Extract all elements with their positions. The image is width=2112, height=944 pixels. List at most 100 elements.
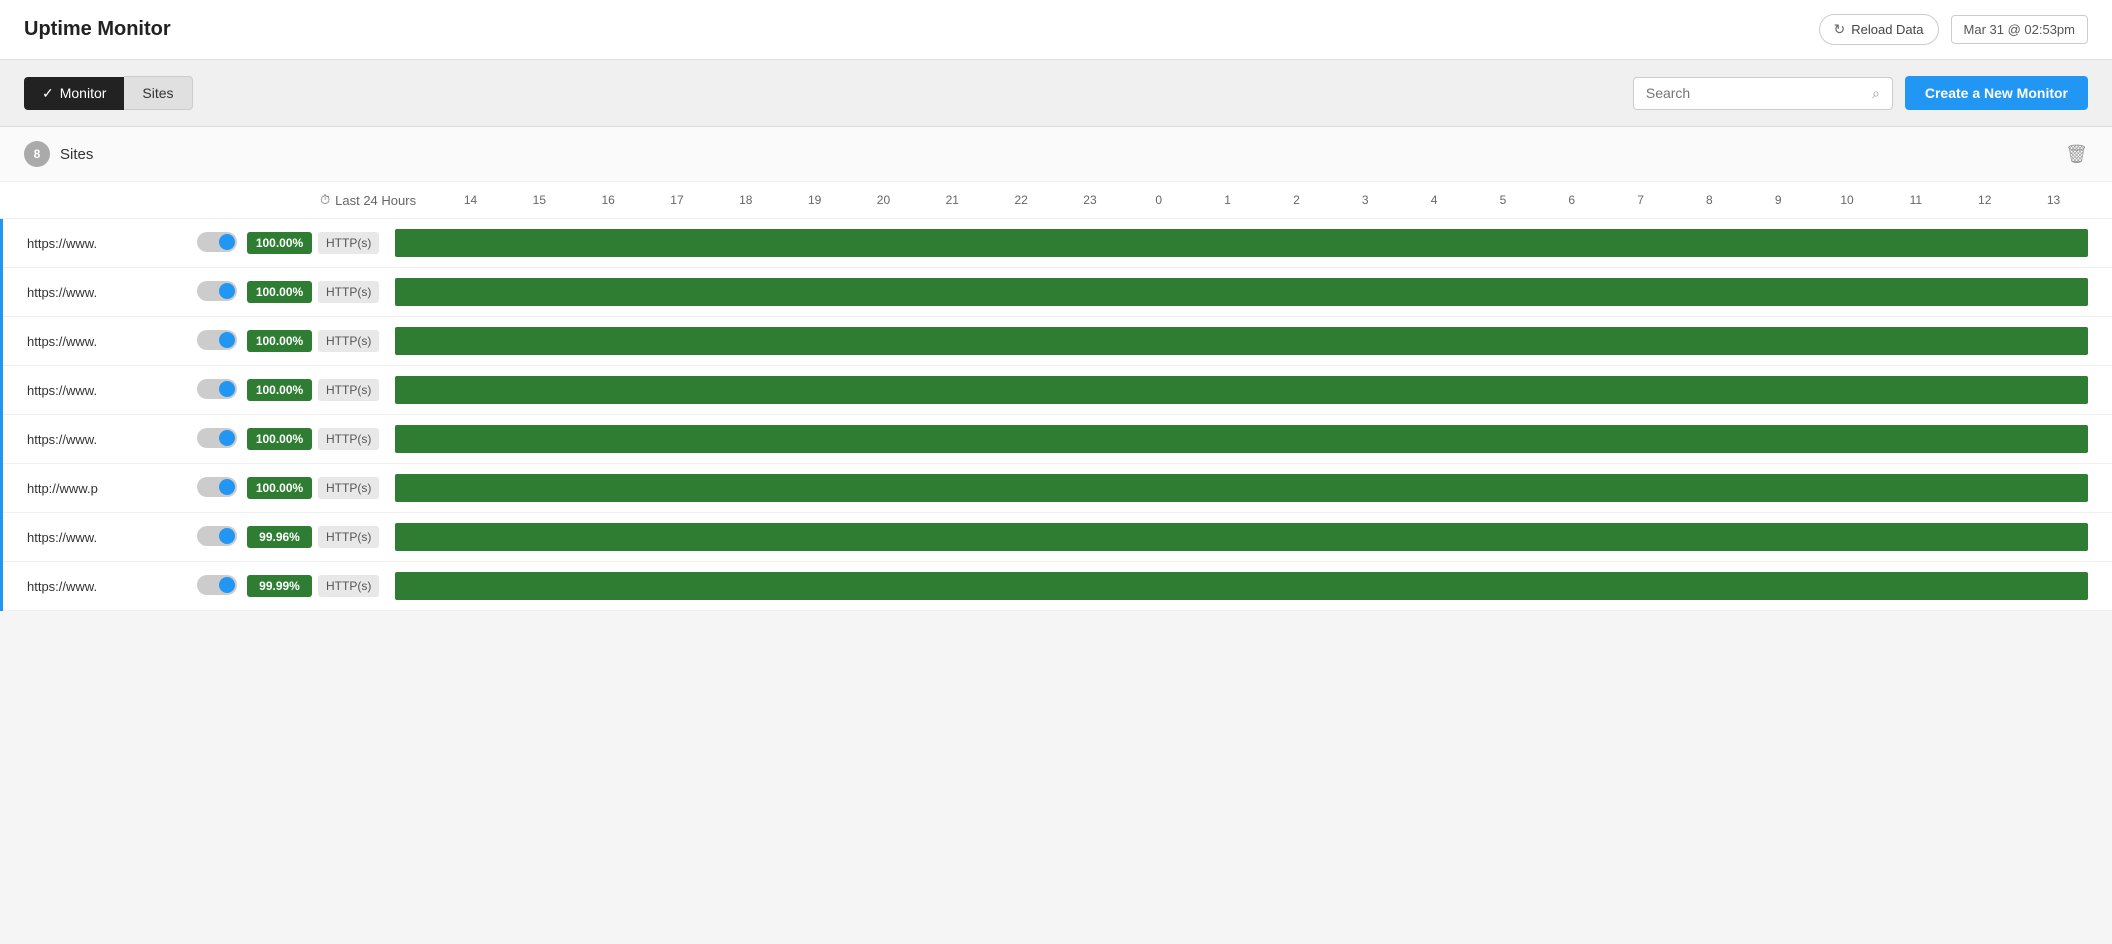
reload-label: Reload Data bbox=[1851, 22, 1923, 37]
time-hour-label: 3 bbox=[1331, 193, 1400, 207]
toggle-switch[interactable] bbox=[197, 330, 237, 350]
uptime-bar-container bbox=[395, 229, 2088, 257]
time-hours: 14151617181920212223012345678910111213 bbox=[436, 193, 2088, 207]
protocol-badge: HTTP(s) bbox=[318, 575, 379, 597]
table-row: https://www. 100.00% HTTP(s) bbox=[3, 268, 2112, 317]
tab-monitor[interactable]: ✓ Monitor bbox=[24, 77, 124, 110]
monitor-url: https://www. bbox=[27, 530, 187, 545]
tab-sites-label: Sites bbox=[142, 85, 173, 101]
uptime-bar bbox=[395, 229, 2088, 257]
uptime-bar-container bbox=[395, 425, 2088, 453]
checkmark-icon: ✓ bbox=[42, 85, 54, 102]
toggle-switch[interactable] bbox=[197, 281, 237, 301]
tab-group: ✓ Monitor Sites bbox=[24, 76, 193, 110]
protocol-badge: HTTP(s) bbox=[318, 232, 379, 254]
monitor-list: https://www. 100.00% HTTP(s) https://www… bbox=[0, 219, 2112, 611]
toggle-switch[interactable] bbox=[197, 428, 237, 448]
uptime-bar-container bbox=[395, 327, 2088, 355]
timestamp: Mar 31 @ 02:53pm bbox=[1951, 15, 2088, 44]
time-hour-label: 7 bbox=[1606, 193, 1675, 207]
tab-sites[interactable]: Sites bbox=[124, 76, 192, 110]
time-hour-label: 9 bbox=[1744, 193, 1813, 207]
time-hour-label: 11 bbox=[1881, 193, 1950, 207]
last24-text: Last 24 Hours bbox=[335, 193, 416, 208]
table-row: http://www.p 100.00% HTTP(s) bbox=[3, 464, 2112, 513]
section-title: Sites bbox=[60, 146, 93, 163]
count-badge: 8 bbox=[24, 141, 50, 167]
uptime-bar bbox=[395, 523, 2088, 551]
reload-icon: ↻ bbox=[1834, 21, 1846, 38]
toggle-switch[interactable] bbox=[197, 232, 237, 252]
monitor-toggle[interactable] bbox=[197, 526, 237, 549]
delete-icon[interactable]: 🗑 bbox=[2065, 144, 2088, 165]
uptime-bar bbox=[395, 278, 2088, 306]
time-hour-label: 21 bbox=[918, 193, 987, 207]
time-hour-label: 1 bbox=[1193, 193, 1262, 207]
protocol-badge: HTTP(s) bbox=[318, 281, 379, 303]
time-hour-label: 0 bbox=[1124, 193, 1193, 207]
protocol-badge: HTTP(s) bbox=[318, 379, 379, 401]
toggle-switch[interactable] bbox=[197, 575, 237, 595]
main-content: 8 Sites 🗑 ⏱ Last 24 Hours 14151617181920… bbox=[0, 127, 2112, 611]
uptime-badge: 100.00% bbox=[247, 232, 312, 254]
toggle-switch[interactable] bbox=[197, 477, 237, 497]
protocol-badge: HTTP(s) bbox=[318, 428, 379, 450]
protocol-badge: HTTP(s) bbox=[318, 477, 379, 499]
uptime-bar bbox=[395, 572, 2088, 600]
reload-button[interactable]: ↻ Reload Data bbox=[1819, 14, 1939, 45]
time-hour-label: 6 bbox=[1537, 193, 1606, 207]
monitor-url: https://www. bbox=[27, 432, 187, 447]
uptime-badge: 100.00% bbox=[247, 379, 312, 401]
clock-icon: ⏱ bbox=[320, 192, 330, 208]
uptime-bar bbox=[395, 327, 2088, 355]
table-row: https://www. 100.00% HTTP(s) bbox=[3, 317, 2112, 366]
monitor-toggle[interactable] bbox=[197, 330, 237, 353]
search-input[interactable] bbox=[1646, 85, 1864, 101]
time-hour-label: 12 bbox=[1950, 193, 2019, 207]
table-row: https://www. 99.96% HTTP(s) bbox=[3, 513, 2112, 562]
uptime-badge: 99.96% bbox=[247, 526, 312, 548]
uptime-badge: 100.00% bbox=[247, 330, 312, 352]
monitor-url: https://www. bbox=[27, 334, 187, 349]
table-row: https://www. 100.00% HTTP(s) bbox=[3, 219, 2112, 268]
time-hour-label: 8 bbox=[1675, 193, 1744, 207]
time-hour-label: 23 bbox=[1056, 193, 1125, 207]
monitor-toggle[interactable] bbox=[197, 232, 237, 255]
table-row: https://www. 99.99% HTTP(s) bbox=[3, 562, 2112, 611]
time-hour-label: 19 bbox=[780, 193, 849, 207]
time-hour-label: 18 bbox=[711, 193, 780, 207]
monitor-toggle[interactable] bbox=[197, 477, 237, 500]
section-header: 8 Sites 🗑 bbox=[0, 127, 2112, 182]
search-icon: ⌕ bbox=[1872, 85, 1880, 102]
monitor-url: https://www. bbox=[27, 236, 187, 251]
monitor-url: http://www.p bbox=[27, 481, 187, 496]
uptime-badge: 100.00% bbox=[247, 281, 312, 303]
uptime-badge: 99.99% bbox=[247, 575, 312, 597]
time-hour-label: 13 bbox=[2019, 193, 2088, 207]
monitor-toggle[interactable] bbox=[197, 379, 237, 402]
monitor-toggle[interactable] bbox=[197, 575, 237, 598]
uptime-bar bbox=[395, 425, 2088, 453]
search-box[interactable]: ⌕ bbox=[1633, 77, 1893, 110]
time-hour-label: 22 bbox=[987, 193, 1056, 207]
uptime-badge: 100.00% bbox=[247, 477, 312, 499]
uptime-bar-container bbox=[395, 474, 2088, 502]
time-header-row: ⏱ Last 24 Hours 141516171819202122230123… bbox=[0, 182, 2112, 219]
monitor-toggle[interactable] bbox=[197, 281, 237, 304]
toggle-switch[interactable] bbox=[197, 379, 237, 399]
time-hour-label: 15 bbox=[505, 193, 574, 207]
create-monitor-button[interactable]: Create a New Monitor bbox=[1905, 76, 2088, 110]
table-row: https://www. 100.00% HTTP(s) bbox=[3, 366, 2112, 415]
time-hour-label: 14 bbox=[436, 193, 505, 207]
uptime-bar bbox=[395, 376, 2088, 404]
uptime-bar-container bbox=[395, 278, 2088, 306]
page-title: Uptime Monitor bbox=[24, 18, 171, 41]
toggle-switch[interactable] bbox=[197, 526, 237, 546]
time-hour-label: 5 bbox=[1469, 193, 1538, 207]
uptime-badge: 100.00% bbox=[247, 428, 312, 450]
time-hour-label: 4 bbox=[1400, 193, 1469, 207]
monitor-url: https://www. bbox=[27, 579, 187, 594]
time-hour-label: 16 bbox=[574, 193, 643, 207]
monitor-toggle[interactable] bbox=[197, 428, 237, 451]
time-hour-label: 10 bbox=[1813, 193, 1882, 207]
